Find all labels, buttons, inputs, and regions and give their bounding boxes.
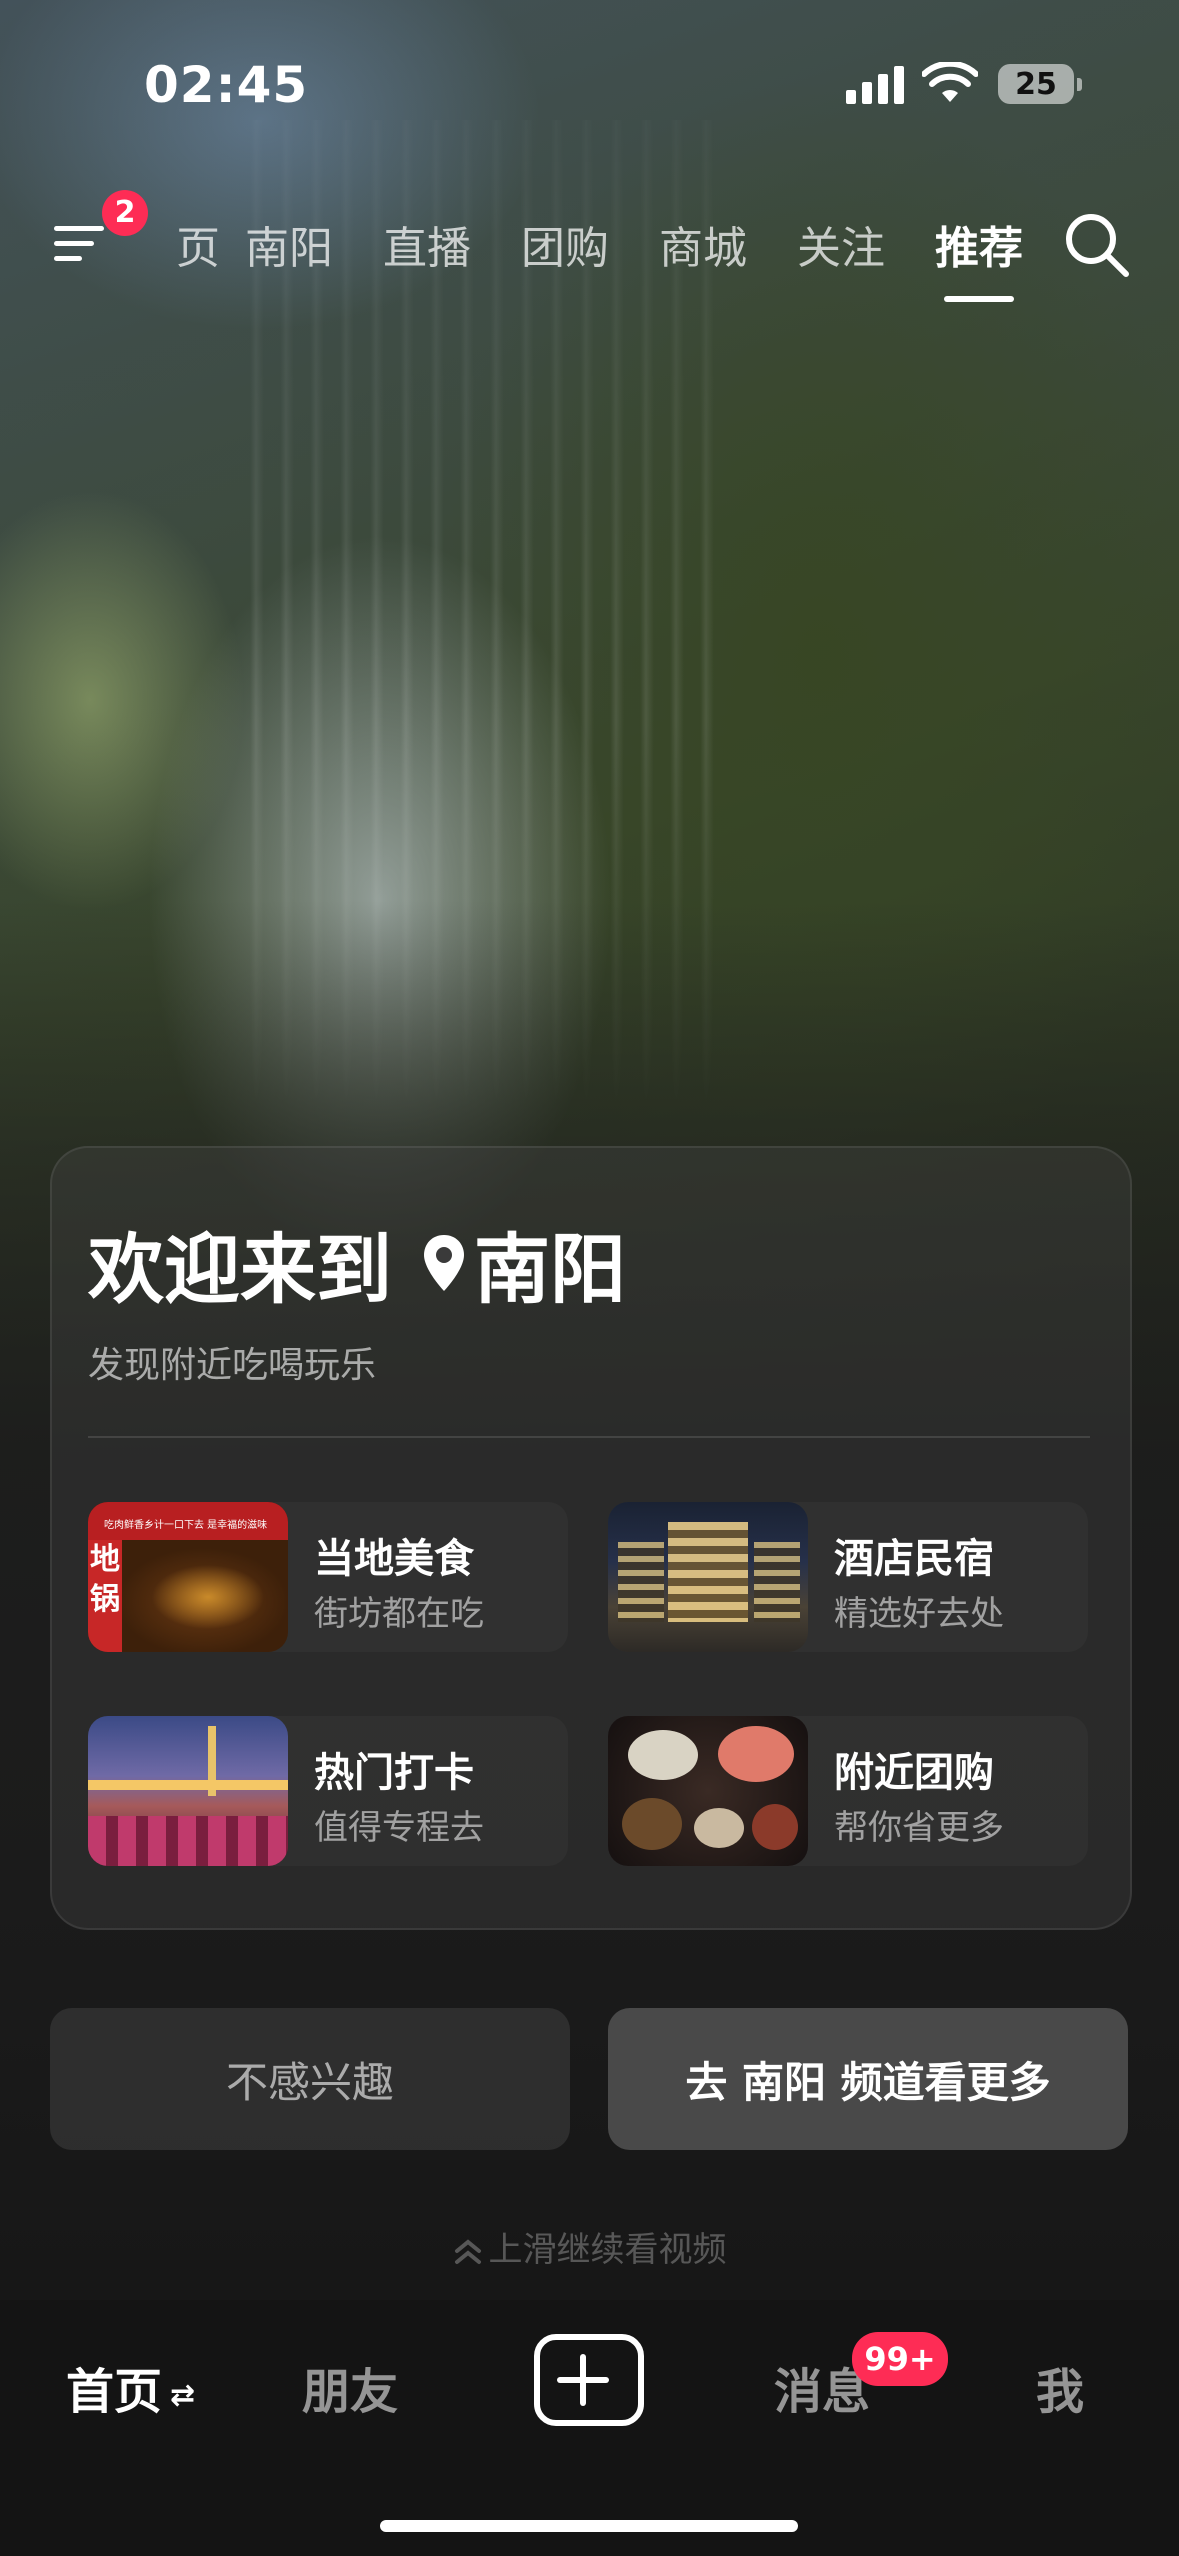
cellular-signal-icon — [846, 64, 904, 104]
status-bar: 02:45 25 — [0, 0, 1179, 150]
tile-subtitle: 精选好去处 — [834, 1594, 1004, 1634]
search-icon[interactable] — [1060, 208, 1134, 282]
tile-title: 当地美食 — [314, 1536, 474, 1582]
nav-me[interactable]: 我 — [1036, 2352, 1084, 2422]
create-post-button[interactable] — [534, 2334, 644, 2426]
top-tab-bar: 页 南阳 直播 团购 商城 关注 推荐 — [150, 212, 1048, 302]
welcome-title: 欢迎来到 — [88, 1225, 392, 1314]
welcome-heading: 欢迎来到 南阳 — [88, 1218, 626, 1314]
menu-button[interactable] — [50, 216, 110, 272]
go-to-city-channel-button[interactable]: 去 南阳 频道看更多 — [608, 2008, 1128, 2150]
tile-nearby-group-buy[interactable]: 附近团购 帮你省更多 — [608, 1716, 1088, 1866]
swipe-up-hint: 上滑继续看视频 — [0, 2222, 1179, 2271]
tab-home-partial[interactable]: 页 — [150, 212, 220, 282]
food-thumbnail-banner-text: 吃肉鲜香乡计一口下去 是幸福的滋味 — [104, 1520, 268, 1531]
welcome-city[interactable]: 南阳 — [474, 1208, 626, 1318]
tab-mall[interactable]: 商城 — [634, 212, 772, 282]
food-thumbnail: 吃肉鲜香乡计一口下去 是幸福的滋味 地锅 — [88, 1502, 288, 1652]
swipe-up-hint-text: 上滑继续看视频 — [488, 2230, 727, 2270]
status-time: 02:45 — [144, 56, 309, 114]
tab-following[interactable]: 关注 — [772, 212, 910, 282]
tab-live[interactable]: 直播 — [358, 212, 496, 282]
tile-title: 附近团购 — [834, 1750, 994, 1796]
dishes-thumbnail — [608, 1716, 808, 1866]
tile-hot-spots[interactable]: 热门打卡 值得专程去 — [88, 1716, 568, 1866]
tile-subtitle: 帮你省更多 — [834, 1808, 1004, 1848]
messages-badge: 99+ — [852, 2332, 948, 2386]
food-thumbnail-banner: 吃肉鲜香乡计一口下去 是幸福的滋味 — [88, 1502, 288, 1540]
tile-hotels[interactable]: 酒店民宿 精选好去处 — [608, 1502, 1088, 1652]
food-thumbnail-sign: 地锅 — [88, 1540, 122, 1652]
tile-title: 酒店民宿 — [834, 1536, 994, 1582]
chevron-up-double-icon — [454, 2238, 481, 2264]
wifi-icon — [922, 62, 978, 102]
welcome-subtitle: 发现附近吃喝玩乐 — [88, 1345, 377, 1386]
home-indicator — [380, 2520, 798, 2532]
tile-title: 热门打卡 — [314, 1750, 474, 1796]
swap-arrows-icon: ⇄ — [170, 2377, 196, 2413]
location-pin-icon — [424, 1235, 464, 1291]
tile-subtitle: 值得专程去 — [314, 1808, 484, 1848]
not-interested-button[interactable]: 不感兴趣 — [50, 2008, 570, 2150]
tile-subtitle: 街坊都在吃 — [314, 1594, 484, 1634]
battery-indicator: 25 — [998, 64, 1082, 104]
bridge-thumbnail — [88, 1716, 288, 1866]
tab-group-buy[interactable]: 团购 — [496, 212, 634, 282]
tile-local-food[interactable]: 吃肉鲜香乡计一口下去 是幸福的滋味 地锅 当地美食 街坊都在吃 — [88, 1502, 568, 1652]
nav-home[interactable]: 首页 ⇄ — [66, 2352, 195, 2422]
menu-notification-badge: 2 — [102, 190, 148, 236]
hotel-thumbnail — [608, 1502, 808, 1652]
tab-recommend[interactable]: 推荐 — [910, 212, 1048, 302]
card-divider — [88, 1436, 1090, 1438]
nav-friends[interactable]: 朋友 — [302, 2352, 398, 2422]
tab-nanyang[interactable]: 南阳 — [220, 212, 358, 282]
nav-home-label: 首页 — [66, 2364, 163, 2420]
